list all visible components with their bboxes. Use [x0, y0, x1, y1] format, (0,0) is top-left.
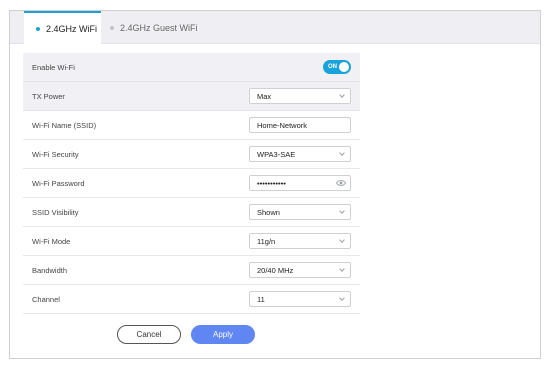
wifi-mode-value: 11g/n: [257, 236, 276, 246]
enable-wifi-row: Enable Wi-Fi ON: [23, 53, 360, 82]
chevron-down-icon: [339, 208, 345, 214]
active-dot-icon: [36, 26, 40, 31]
show-password-eye-icon[interactable]: [335, 179, 347, 189]
tab-2-4ghz-wifi[interactable]: 2.4GHz WiFi: [24, 11, 101, 44]
channel-value: 11: [257, 294, 265, 304]
chevron-down-icon: [339, 237, 345, 243]
inactive-dot-icon: [110, 25, 114, 30]
password-row: Wi-Fi Password •••••••••••: [23, 169, 360, 198]
wifi-mode-row: Wi-Fi Mode 11g/n: [23, 227, 360, 256]
bandwidth-select[interactable]: 20/40 MHz: [249, 262, 351, 278]
tab-label: 2.4GHz WiFi: [46, 23, 98, 34]
tab-2-4ghz-guest-wifi[interactable]: 2.4GHz Guest WiFi: [110, 11, 220, 44]
toggle-knob: [339, 62, 349, 72]
band-tab-bar: 2.4GHz WiFi 2.4GHz Guest WiFi: [10, 11, 540, 44]
tx-power-row: TX Power Max: [23, 82, 360, 111]
tab-label: 2.4GHz Guest WiFi: [120, 22, 198, 33]
ssid-label: Wi-Fi Name (SSID): [32, 120, 97, 130]
wifi-settings-panel: 2.4GHz WiFi 2.4GHz Guest WiFi Enable Wi-…: [9, 10, 541, 359]
enable-wifi-label: Enable Wi-Fi: [32, 62, 75, 72]
bandwidth-label: Bandwidth: [32, 265, 68, 275]
ssid-value: Home-Network: [257, 120, 308, 130]
wifi-mode-select[interactable]: 11g/n: [249, 233, 351, 249]
security-label: Wi-Fi Security: [32, 149, 79, 159]
password-input[interactable]: •••••••••••: [249, 175, 351, 191]
channel-select[interactable]: 11: [249, 291, 351, 307]
chevron-down-icon: [339, 266, 345, 272]
password-value: •••••••••••: [257, 178, 286, 188]
security-select[interactable]: WPA3-SAE: [249, 146, 351, 162]
wifi-mode-label: Wi-Fi Mode: [32, 236, 71, 246]
enable-wifi-toggle[interactable]: ON: [323, 60, 351, 74]
ssid-row: Wi-Fi Name (SSID) Home-Network: [23, 111, 360, 140]
apply-button[interactable]: Apply: [191, 325, 255, 344]
bandwidth-value: 20/40 MHz: [257, 265, 294, 275]
settings-form: Enable Wi-Fi ON TX Power Max Wi-Fi Name …: [23, 53, 360, 314]
chevron-down-icon: [339, 295, 345, 301]
cancel-button[interactable]: Cancel: [117, 325, 181, 344]
bandwidth-row: Bandwidth 20/40 MHz: [23, 256, 360, 285]
chevron-down-icon: [339, 150, 345, 156]
tx-power-value: Max: [257, 91, 272, 101]
toggle-state-text: ON: [328, 64, 337, 70]
tx-power-label: TX Power: [32, 91, 65, 101]
channel-label: Channel: [32, 294, 60, 304]
channel-row: Channel 11: [23, 285, 360, 314]
security-row: Wi-Fi Security WPA3-SAE: [23, 140, 360, 169]
ssid-visibility-select[interactable]: Shown: [249, 204, 351, 220]
tx-power-select[interactable]: Max: [249, 88, 351, 104]
security-value: WPA3-SAE: [257, 149, 296, 159]
chevron-down-icon: [339, 92, 345, 98]
ssid-visibility-value: Shown: [257, 207, 280, 217]
ssid-input[interactable]: Home-Network: [249, 117, 351, 133]
ssid-visibility-row: SSID Visibility Shown: [23, 198, 360, 227]
password-label: Wi-Fi Password: [32, 178, 85, 188]
ssid-visibility-label: SSID Visibility: [32, 207, 79, 217]
